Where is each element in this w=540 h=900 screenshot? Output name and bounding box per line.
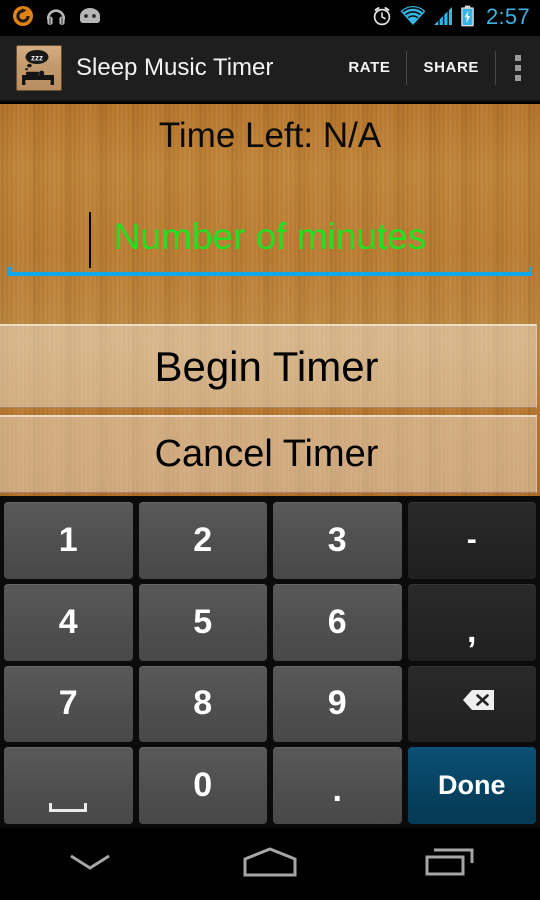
page-title: Sleep Music Timer [76, 54, 274, 81]
overflow-menu-icon[interactable] [496, 36, 540, 100]
backspace-icon [448, 684, 496, 723]
overflow-dot-2 [515, 65, 521, 71]
space-icon [49, 803, 88, 812]
key-space[interactable] [4, 747, 133, 824]
key-minus[interactable]: - [407, 502, 536, 579]
status-bar: 2:57 [0, 0, 540, 36]
recents-icon [424, 846, 476, 883]
cell-signal-icon [433, 6, 453, 31]
share-button[interactable]: SHARE [407, 36, 495, 100]
minutes-input[interactable]: Number of minutes [8, 208, 532, 270]
main-content: Time Left: N/A Number of minutes Begin T… [0, 104, 540, 496]
svg-text:zzz: zzz [31, 53, 43, 62]
sync-app-icon [12, 5, 34, 32]
key-comma[interactable]: , [407, 583, 536, 661]
status-bar-system-icons: 2:57 [371, 4, 530, 32]
overflow-dot-3 [515, 75, 521, 81]
key-7[interactable]: 7 [4, 665, 133, 743]
keyboard-row-4: 0 . Done [4, 747, 536, 824]
key-4[interactable]: 4 [4, 583, 133, 661]
status-bar-notification-icons [12, 5, 102, 32]
key-5[interactable]: 5 [138, 583, 267, 661]
hide-keyboard-icon [67, 850, 113, 879]
recents-button[interactable] [360, 828, 540, 900]
key-1[interactable]: 1 [4, 502, 133, 579]
key-period[interactable]: . [273, 747, 402, 824]
home-icon [241, 846, 299, 883]
home-button[interactable] [180, 828, 360, 900]
minutes-input-underline [8, 267, 532, 276]
keyboard-row-2: 4 5 6 , [4, 583, 536, 661]
minutes-input-placeholder: Number of minutes [113, 216, 427, 257]
android-screen: 2:57 zzz Sleep Music Timer RATE SHARE Ti… [0, 0, 540, 900]
time-left-label: Time Left: N/A [158, 116, 382, 155]
key-9[interactable]: 9 [273, 665, 402, 743]
key-6[interactable]: 6 [273, 583, 402, 661]
rate-button[interactable]: RATE [332, 36, 406, 100]
overflow-dot-1 [515, 55, 521, 61]
key-8[interactable]: 8 [138, 665, 267, 743]
sleep-music-timer-app-icon: zzz [16, 45, 62, 91]
key-2[interactable]: 2 [138, 502, 267, 579]
key-done[interactable]: Done [407, 747, 536, 824]
alarm-clock-icon [371, 5, 393, 32]
wifi-icon [400, 5, 426, 31]
begin-timer-button[interactable]: Begin Timer [0, 324, 537, 408]
key-3[interactable]: 3 [273, 502, 402, 579]
navigation-bar [0, 828, 540, 900]
battery-charging-icon [460, 5, 475, 32]
status-bar-clock: 2:57 [485, 4, 530, 29]
cancel-timer-button[interactable]: Cancel Timer [0, 415, 537, 493]
numeric-keyboard: 1 2 3 - 4 5 6 , 7 8 9 0 . Done [0, 496, 540, 828]
android-face-icon [78, 7, 102, 30]
action-bar: zzz Sleep Music Timer RATE SHARE [0, 36, 540, 102]
hide-keyboard-button[interactable] [0, 828, 180, 900]
keyboard-row-3: 7 8 9 [4, 665, 536, 743]
key-0[interactable]: 0 [138, 747, 267, 824]
key-backspace[interactable] [407, 665, 536, 743]
headphones-icon [45, 5, 67, 32]
keyboard-row-1: 1 2 3 - [4, 502, 536, 579]
